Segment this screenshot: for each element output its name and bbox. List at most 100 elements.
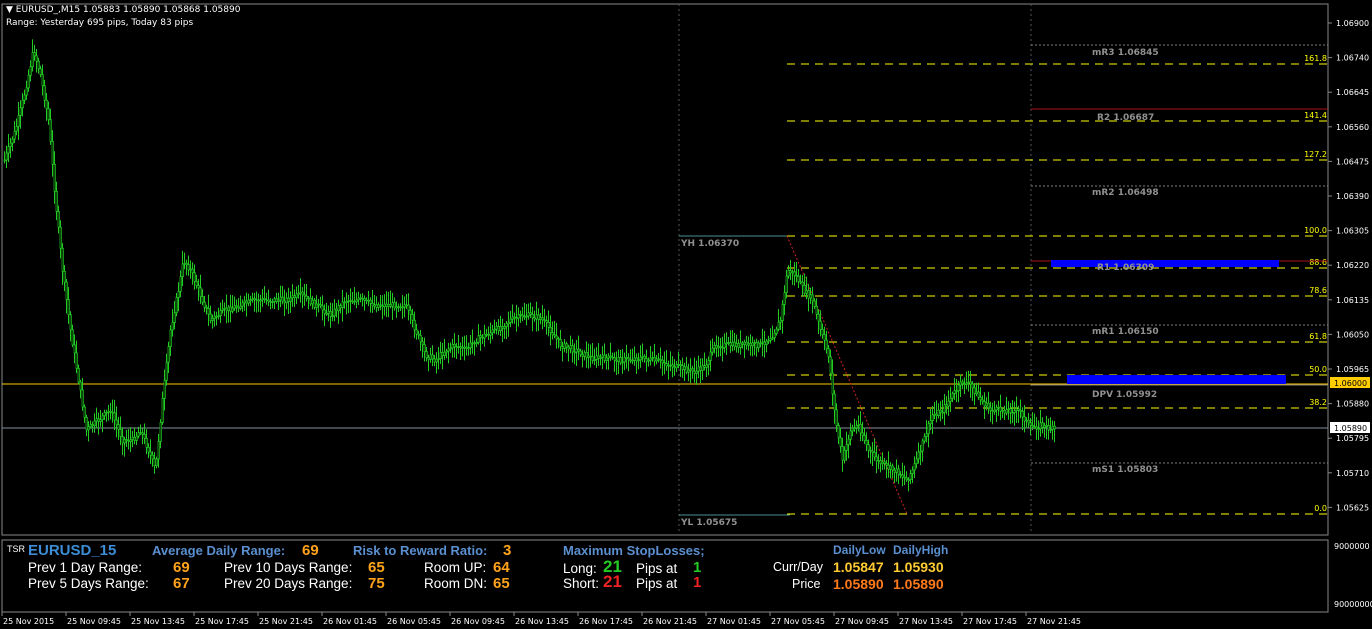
- candle: [37, 57, 40, 74]
- candle: [483, 324, 486, 347]
- candle: [901, 462, 904, 487]
- candle: [981, 395, 984, 405]
- candle: [619, 349, 622, 366]
- candle: [283, 289, 286, 316]
- candle: [43, 79, 46, 108]
- candle: [217, 307, 220, 320]
- candle: [127, 428, 130, 450]
- candle: [545, 315, 548, 335]
- candle: [711, 338, 714, 356]
- candle: [919, 444, 922, 466]
- fib-label: 38.2: [1309, 398, 1327, 407]
- short-label: Short:: [563, 576, 600, 591]
- candle: [687, 363, 690, 382]
- time-tick-label: 26 Nov 17:45: [579, 617, 633, 626]
- candle: [493, 319, 496, 334]
- candle: [349, 288, 352, 313]
- candle: [631, 348, 634, 365]
- candle: [603, 343, 606, 364]
- candle: [859, 411, 862, 442]
- candle: [345, 292, 348, 315]
- candle: [903, 465, 906, 485]
- time-tick-label: 26 Nov 05:45: [387, 617, 441, 626]
- candle: [179, 270, 182, 298]
- candle: [225, 294, 228, 324]
- candle: [591, 343, 594, 364]
- candle: [967, 370, 970, 392]
- price-tick-label: 1.06050: [1336, 330, 1369, 339]
- candle: [557, 336, 560, 349]
- candle: [707, 356, 710, 376]
- candle: [727, 337, 730, 346]
- candle: [523, 302, 526, 321]
- candle: [1035, 417, 1038, 440]
- candle: [469, 335, 472, 355]
- candle: [387, 291, 390, 318]
- candle: [561, 341, 564, 362]
- candle: [433, 354, 436, 367]
- candle: [589, 344, 592, 368]
- candle: [549, 315, 552, 346]
- candle: [249, 295, 252, 306]
- candle: [629, 349, 632, 364]
- candle: [19, 100, 22, 129]
- fib-label: 141.4: [1304, 111, 1327, 120]
- candle: [125, 429, 128, 448]
- roomup-label: Room UP:: [424, 560, 487, 575]
- candle: [777, 309, 780, 332]
- candle: [177, 282, 180, 312]
- candle: [29, 60, 32, 82]
- candle: [713, 341, 716, 354]
- candle: [527, 303, 530, 320]
- candle: [983, 392, 986, 419]
- candle: [745, 335, 748, 350]
- candle: [911, 466, 914, 484]
- candle: [135, 432, 138, 445]
- candle: [377, 302, 380, 311]
- candle: [339, 303, 342, 314]
- candle: [991, 402, 994, 425]
- candle: [1049, 417, 1052, 433]
- candle: [689, 358, 692, 384]
- candle: [611, 352, 614, 360]
- candle: [285, 292, 288, 310]
- candle: [573, 343, 576, 365]
- dpv-zone-box[interactable]: [1067, 375, 1286, 384]
- candle: [703, 352, 706, 371]
- candle: [107, 404, 110, 421]
- candle: [423, 337, 426, 362]
- candle: [627, 353, 630, 372]
- candle: [25, 80, 28, 100]
- price-tick-label: 1.06475: [1336, 157, 1369, 166]
- candle: [21, 93, 24, 117]
- chart-menu-arrow-icon[interactable]: ▼: [6, 5, 13, 15]
- candle: [295, 286, 298, 305]
- candle: [93, 413, 96, 433]
- candle: [61, 243, 64, 285]
- r1-zone-box[interactable]: [1051, 260, 1279, 267]
- time-tick-label: 27 Nov 17:45: [963, 617, 1017, 626]
- candle: [845, 431, 848, 461]
- current-price-tag-text: 1.05890: [1334, 424, 1367, 433]
- candle: [955, 378, 958, 403]
- prev5-label: Prev 5 Days Range:: [28, 576, 149, 591]
- candle: [747, 336, 750, 351]
- candle: [827, 345, 830, 364]
- candle: [789, 260, 792, 281]
- candle: [749, 334, 752, 356]
- price-tick-label: 1.06740: [1336, 54, 1369, 63]
- price-chart[interactable]: YH 1.06370 YL 1.05675 161.8 141.4 127.2 …: [0, 0, 1372, 629]
- candle: [219, 302, 222, 324]
- candle: [247, 293, 250, 307]
- candle: [113, 399, 116, 431]
- candle: [581, 349, 584, 368]
- candle: [101, 412, 104, 433]
- candle: [157, 433, 160, 468]
- fib-label: 0.0: [1314, 504, 1327, 513]
- candle: [71, 324, 74, 348]
- candle: [999, 394, 1002, 421]
- candle: [487, 326, 490, 340]
- candle: [761, 328, 764, 357]
- candle: [883, 458, 886, 470]
- candle: [115, 406, 118, 438]
